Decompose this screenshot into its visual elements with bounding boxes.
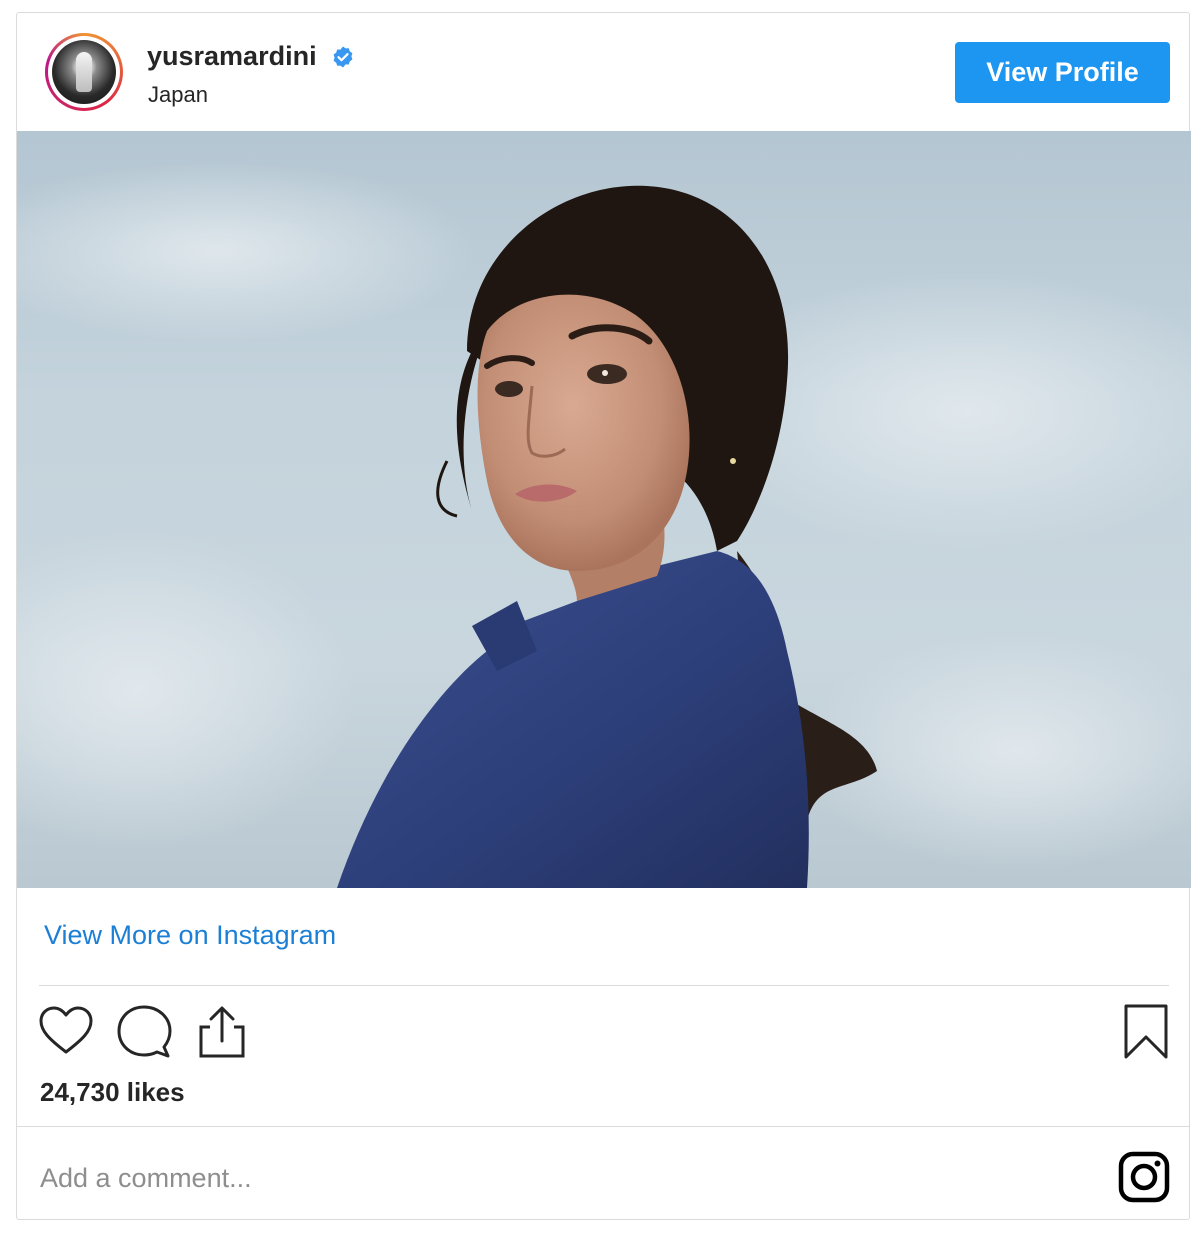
username-row: yusramardini	[147, 41, 355, 72]
avatar[interactable]	[52, 40, 116, 104]
post-header: yusramardini Japan View Profile	[17, 13, 1189, 131]
heart-icon[interactable]	[37, 1003, 95, 1061]
comment-icon[interactable]	[115, 1003, 173, 1061]
verified-badge-icon	[333, 46, 352, 67]
bookmark-icon[interactable]	[1117, 1003, 1175, 1061]
instagram-embed-card: yusramardini Japan View Profile View Mor…	[16, 12, 1191, 1220]
username[interactable]: yusramardini	[147, 41, 317, 72]
divider	[17, 1126, 1189, 1127]
post-photo[interactable]	[17, 131, 1191, 888]
portrait-illustration	[17, 161, 1191, 888]
view-more-link[interactable]: View More on Instagram	[44, 920, 336, 951]
likes-count[interactable]: 24,730 likes	[40, 1077, 185, 1108]
comment-input[interactable]	[40, 1153, 1100, 1203]
location-label[interactable]: Japan	[148, 82, 208, 108]
instagram-icon[interactable]	[1118, 1151, 1170, 1203]
share-icon[interactable]	[193, 1003, 251, 1061]
avatar-ring[interactable]	[45, 33, 123, 111]
view-profile-button[interactable]: View Profile	[955, 42, 1170, 103]
divider	[39, 985, 1169, 986]
